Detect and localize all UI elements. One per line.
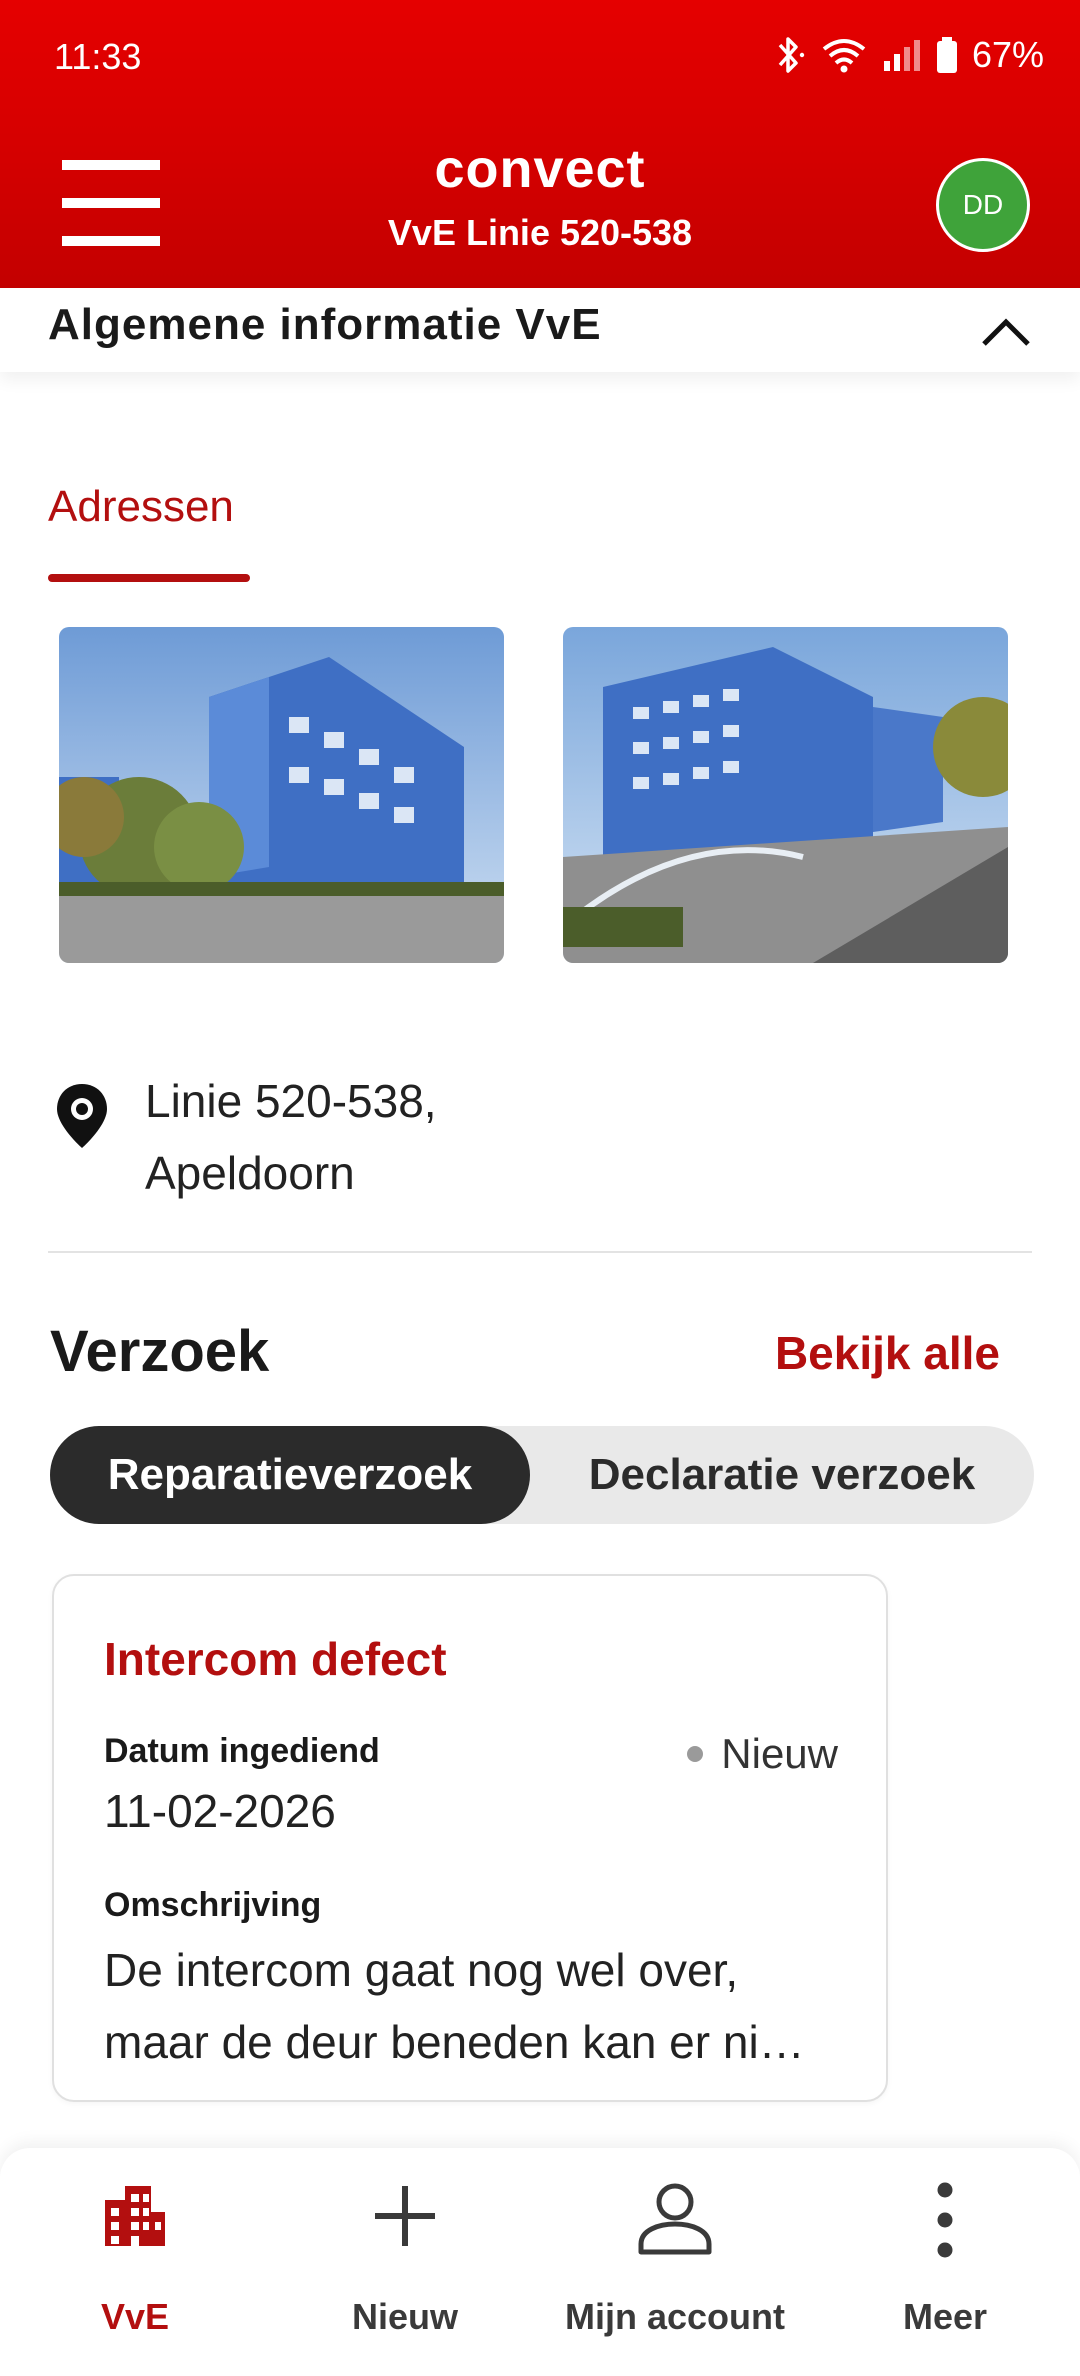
battery-percent: 67%	[971, 34, 1044, 75]
bottom-navigation: VvE Nieuw Mijn account Meer	[0, 2148, 1080, 2376]
nav-item-vve[interactable]: VvE	[0, 2148, 270, 2376]
more-vertical-icon	[937, 2182, 953, 2258]
avatar[interactable]: DD	[936, 158, 1030, 252]
plus-icon	[375, 2186, 435, 2246]
address-city: Apeldoorn	[145, 1147, 355, 1199]
building-icon	[105, 2186, 165, 2246]
request-card[interactable]: Intercom defect Datum ingediend 11-02-20…	[52, 1574, 888, 2102]
verzoek-title: Verzoek	[50, 1319, 270, 1384]
segment-reparatieverzoek[interactable]: Reparatieverzoek	[50, 1426, 530, 1524]
description-label: Omschrijving	[104, 1886, 322, 1924]
nav-label-nieuw: Nieuw	[351, 2296, 458, 2337]
bluetooth-icon	[778, 37, 805, 73]
wifi-icon	[822, 39, 866, 73]
chevron-up-icon[interactable]	[980, 314, 1032, 348]
nav-item-meer[interactable]: Meer	[810, 2148, 1080, 2376]
segment-declaratie-verzoek[interactable]: Declaratie verzoek	[530, 1426, 1034, 1524]
building-photo-image	[59, 627, 504, 963]
battery-icon	[936, 37, 957, 73]
description-text: De intercom gaat nog wel over, maar de d…	[104, 1944, 805, 2068]
building-photo[interactable]	[563, 627, 1008, 963]
divider	[48, 1251, 1032, 1253]
address-street: Linie 520-538,	[145, 1075, 437, 1127]
section-title: Algemene informatie VvE	[48, 300, 602, 349]
nav-item-mijn-account[interactable]: Mijn account	[540, 2148, 810, 2376]
nav-label-vve: VvE	[100, 2296, 170, 2337]
tab-indicator	[48, 574, 250, 582]
status-badge: Nieuw	[687, 1730, 838, 1778]
status-text: Nieuw	[721, 1730, 838, 1777]
view-all-link[interactable]: Bekijk alle	[775, 1326, 1000, 1380]
status-time: 11:33	[54, 36, 142, 77]
request-title: Intercom defect	[104, 1633, 447, 1685]
date-label: Datum ingediend	[104, 1732, 380, 1770]
status-dot-icon	[687, 1746, 704, 1762]
tab-adressen[interactable]: Adressen	[48, 482, 234, 532]
nav-label-meer: Meer	[902, 2296, 988, 2337]
date-value: 11-02-2026	[104, 1785, 336, 1837]
nav-item-nieuw[interactable]: Nieuw	[270, 2148, 540, 2376]
person-icon	[638, 2183, 712, 2255]
location-pin-icon	[57, 1084, 107, 1148]
nav-label-mijn-account: Mijn account	[564, 2296, 785, 2337]
app-header: 11:33 67% convect VvE Linie 520-538 DD	[0, 0, 1080, 288]
vve-name: VvE Linie 520-538	[387, 212, 693, 253]
brand-logo: convect	[434, 139, 646, 199]
building-photo-image	[563, 627, 1008, 963]
status-icons: 67%	[772, 34, 1044, 76]
building-photo[interactable]	[59, 627, 504, 963]
signal-icon	[883, 40, 920, 71]
